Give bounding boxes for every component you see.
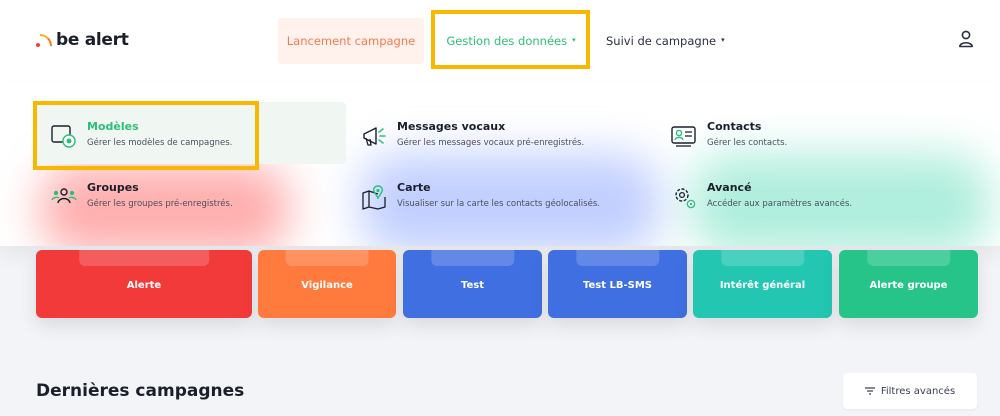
menu-item-title: Messages vocaux bbox=[397, 120, 506, 133]
nav-launch-label: Lancement campagne bbox=[286, 34, 416, 48]
map-pin-icon bbox=[362, 185, 386, 210]
card-tab bbox=[285, 250, 369, 266]
nav-highlight-box bbox=[431, 10, 590, 69]
chevron-down-icon: ▾ bbox=[721, 36, 725, 44]
card-label: Alerte bbox=[126, 279, 162, 291]
section-title: Dernières campagnes bbox=[36, 381, 245, 401]
filters-label: Filtres avancés bbox=[880, 385, 956, 397]
menu-item-desc: Gérer les groupes pré-enregistrés. bbox=[87, 199, 233, 209]
campaign-card-alert[interactable]: Alerte bbox=[36, 250, 252, 318]
card-tab bbox=[575, 250, 660, 266]
campaign-card-test[interactable]: Test bbox=[403, 250, 542, 318]
menu-item-map[interactable]: Carte Visualiser sur la carte les contac… bbox=[360, 181, 600, 211]
menu-item-title: Contacts bbox=[707, 120, 762, 133]
menu-item-desc: Gérer les contacts. bbox=[707, 138, 788, 148]
campaign-card-vigilance[interactable]: Vigilance bbox=[258, 250, 396, 318]
card-label: Alerte groupe bbox=[869, 279, 948, 291]
contact-card-icon bbox=[671, 126, 696, 147]
campaign-card-test-lb-sms[interactable]: Test LB-SMS bbox=[548, 250, 687, 318]
group-icon bbox=[51, 188, 77, 204]
nav-launch-campaign[interactable]: Lancement campagne bbox=[278, 18, 424, 64]
card-tab bbox=[430, 250, 515, 266]
card-tab bbox=[866, 250, 951, 266]
megaphone-icon bbox=[363, 127, 386, 146]
card-label: Test LB-SMS bbox=[583, 279, 652, 291]
menu-item-voice-messages[interactable]: Messages vocaux Gérer les messages vocau… bbox=[360, 120, 584, 150]
logo-text: be alert bbox=[56, 30, 129, 50]
card-label: Intérêt général bbox=[719, 279, 806, 291]
menu-item-title: Carte bbox=[397, 181, 431, 194]
card-tab bbox=[720, 250, 805, 266]
gear-icon bbox=[675, 188, 696, 209]
menu-item-advanced[interactable]: Avancé Accéder aux paramètres avancés. bbox=[670, 181, 852, 211]
nav-follow-label: Suivi de campagne bbox=[606, 34, 717, 48]
filter-lines-icon bbox=[864, 387, 875, 395]
campaign-card-group-alert[interactable]: Alerte groupe bbox=[839, 250, 978, 318]
brand-logo[interactable]: be alert bbox=[36, 30, 129, 50]
campaign-card-general-interest[interactable]: Intérêt général bbox=[693, 250, 832, 318]
menu-item-desc: Visualiser sur la carte les contacts géo… bbox=[397, 199, 600, 209]
advanced-filters-button[interactable]: Filtres avancés bbox=[843, 373, 977, 409]
card-tab bbox=[79, 250, 209, 266]
models-highlight-box bbox=[33, 101, 259, 170]
menu-item-title: Avancé bbox=[707, 181, 752, 194]
menu-item-contacts[interactable]: Contacts Gérer les contacts. bbox=[670, 120, 787, 150]
menu-item-desc: Accéder aux paramètres avancés. bbox=[707, 199, 853, 209]
menu-item-desc: Gérer les messages vocaux pré-enregistré… bbox=[397, 138, 585, 148]
menu-item-groups[interactable]: Groupes Gérer les groupes pré-enregistré… bbox=[50, 181, 233, 211]
menu-item-title: Groupes bbox=[87, 181, 139, 194]
user-account-icon[interactable] bbox=[958, 30, 974, 48]
card-label: Test bbox=[460, 279, 484, 291]
logo-mark-icon bbox=[36, 32, 54, 48]
card-label: Vigilance bbox=[301, 279, 353, 291]
nav-campaign-tracking[interactable]: Suivi de campagne ▾ bbox=[600, 18, 740, 64]
